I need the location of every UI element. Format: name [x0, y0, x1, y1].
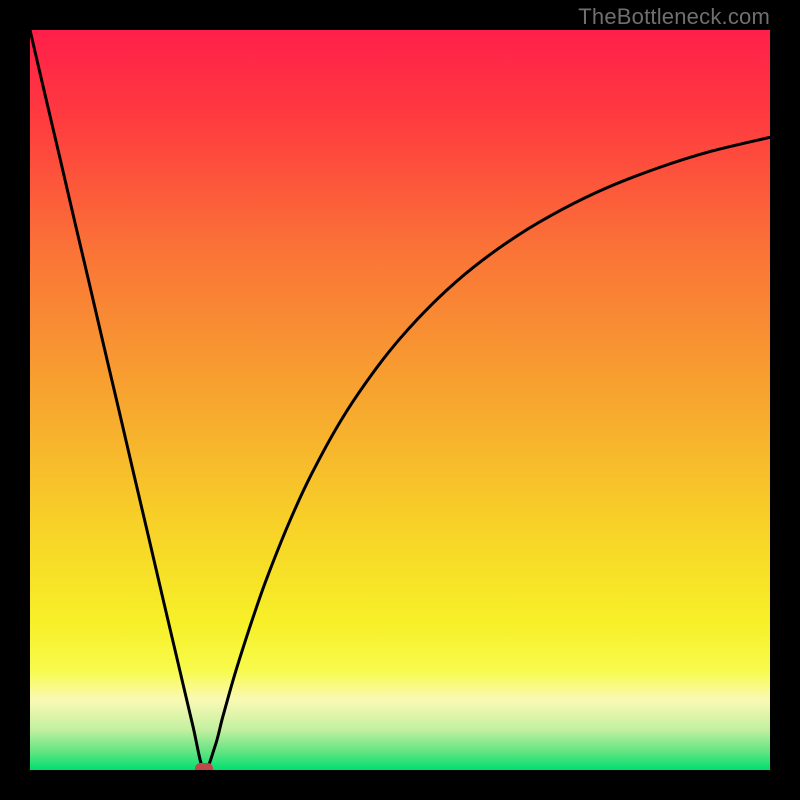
- minimum-marker: [195, 763, 213, 770]
- chart-frame: TheBottleneck.com: [0, 0, 800, 800]
- bottleneck-curve: [30, 30, 770, 770]
- plot-area: [30, 30, 770, 770]
- curve-layer: [30, 30, 770, 770]
- watermark-label: TheBottleneck.com: [578, 4, 770, 30]
